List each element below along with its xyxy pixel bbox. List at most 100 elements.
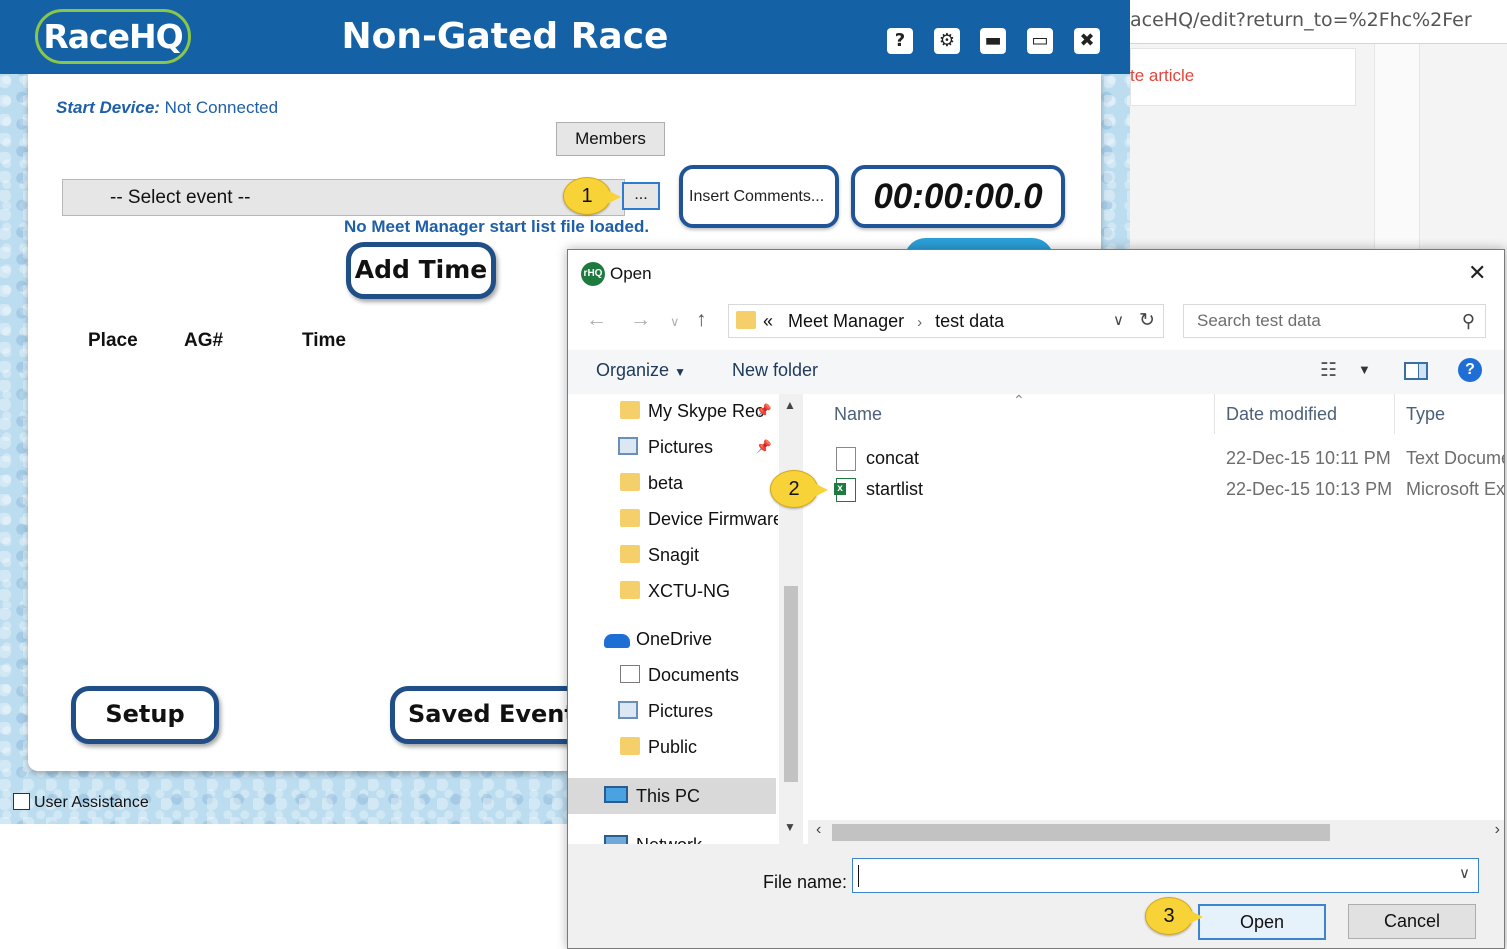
browser-url-bar[interactable]: aceHQ/edit?return_to=%2Fhc%2Fer [1130,0,1507,44]
text-file-icon [836,447,856,471]
column-place: Place [88,330,138,351]
nav-item-documents[interactable]: Documents [568,658,778,692]
nav-item-label: My Skype Rec [648,401,765,421]
nav-item-my-skype-rec[interactable]: My Skype Rec 📌 [568,394,778,428]
chevron-down-icon[interactable]: ∨ [1459,864,1470,882]
column-divider[interactable] [1214,394,1215,434]
breadcrumb: « Meet Manager › test data [763,305,1004,339]
file-name: startlist [866,479,924,499]
nav-item-snagit[interactable]: Snagit [568,538,778,572]
file-row-startlist[interactable]: startlist 22-Dec-15 10:13 PM Microsoft E… [828,474,1505,504]
nav-item-label: Device Firmware [648,509,778,529]
address-bar[interactable]: « Meet Manager › test data ∨ ↻ [728,304,1164,338]
maximize-button[interactable]: ▭ [1027,28,1053,54]
nav-item-pictures-quick[interactable]: Pictures 📌 [568,430,778,464]
cancel-button[interactable]: Cancel [1348,904,1476,939]
dialog-close-icon[interactable]: ✕ [1468,260,1486,286]
file-type: Text Docume [1406,448,1505,468]
dialog-toolbar: Organize ▼ New folder ☷ ▼ ? [568,350,1504,394]
scrollbar-thumb[interactable] [832,824,1330,841]
dialog-title: Open [610,264,652,283]
user-assistance-toggle[interactable]: User Assistance [13,793,149,812]
start-device-value: Not Connected [164,98,279,117]
scroll-right-icon[interactable]: › [1495,821,1500,839]
forward-arrow-icon[interactable]: → [630,308,651,332]
event-select[interactable]: -- Select event -- [62,179,625,216]
recent-locations-chevron-icon[interactable]: ∨ [670,314,680,330]
caret-down-icon[interactable]: ▼ [1358,362,1371,377]
minimize-button[interactable]: ▬ [980,28,1006,54]
settings-gear-button[interactable]: ⚙ [934,28,960,54]
pin-icon[interactable]: 📌 [756,430,772,464]
scroll-up-icon[interactable]: ▲ [784,398,796,412]
scrollbar-thumb[interactable] [784,586,798,782]
search-icon[interactable]: ⚲ [1462,305,1475,337]
column-divider[interactable] [1394,394,1395,434]
nav-item-label: beta [648,473,684,493]
user-assistance-checkbox[interactable] [13,793,30,810]
nav-item-this-pc[interactable]: This PC [568,779,778,813]
column-type-header[interactable]: Type [1406,404,1445,425]
navigation-scrollbar[interactable]: ▲ ▼ [779,394,803,844]
network-icon [604,835,628,844]
chevron-right-icon: › [917,314,923,331]
file-type: Microsoft Ex [1406,479,1505,499]
breadcrumb-overflow[interactable]: « [763,311,773,331]
race-timer: 00:00:00.0 [851,165,1065,228]
horizontal-scrollbar[interactable]: ‹ › [808,820,1504,844]
scroll-down-icon[interactable]: ▼ [784,820,796,834]
scroll-left-icon[interactable]: ‹ [816,821,821,839]
nav-item-label: Documents [648,665,740,685]
help-icon[interactable]: ? [1458,358,1482,382]
column-ag-number: AG# [184,330,224,351]
nav-item-device-firmware[interactable]: Device Firmware [568,502,778,536]
pictures-icon [618,437,638,455]
nav-item-network[interactable]: Network [568,828,778,844]
nav-item-label: XCTU-NG [648,581,730,601]
pictures-icon [618,701,638,719]
nav-item-xctu-ng[interactable]: XCTU-NG [568,574,778,608]
browser-article-link[interactable]: te article [1130,66,1194,86]
add-time-button[interactable]: Add Time [346,242,496,299]
setup-button[interactable]: Setup [71,686,219,744]
browse-start-list-button[interactable]: ... [622,182,660,210]
file-name-input[interactable]: ∨ [852,858,1479,893]
documents-icon [620,665,640,683]
open-file-dialog: rHQ Open ✕ ← → ∨ ↑ « Meet Manager › test… [567,249,1505,949]
breadcrumb-test-data[interactable]: test data [935,311,1004,331]
back-arrow-icon[interactable]: ← [586,308,607,332]
close-button[interactable]: ✖ [1074,28,1100,54]
organize-menu[interactable]: Organize ▼ [596,360,686,381]
nav-item-onedrive[interactable]: OneDrive [568,622,778,656]
caret-down-icon: ▼ [674,365,686,379]
column-time: Time [302,330,347,351]
start-list-status: No Meet Manager start list file loaded. [344,217,650,236]
nav-item-beta[interactable]: beta [568,466,778,500]
preview-pane-icon[interactable] [1404,362,1428,380]
column-date-header[interactable]: Date modified [1226,404,1337,425]
breadcrumb-meet-manager[interactable]: Meet Manager [778,311,904,331]
search-input[interactable]: Search test data ⚲ [1183,304,1486,338]
pin-icon[interactable]: 📌 [756,394,772,428]
insert-comments-button[interactable]: Insert Comments... [679,165,839,228]
column-name-header[interactable]: Name [834,404,882,425]
step-callout-3: 3 [1145,897,1203,935]
saved-events-button[interactable]: Saved Events [390,686,590,744]
refresh-icon[interactable]: ↻ [1139,305,1155,337]
folder-icon [620,401,640,419]
new-folder-button[interactable]: New folder [732,360,818,381]
help-button[interactable]: ? [887,28,913,54]
up-arrow-icon[interactable]: ↑ [696,308,707,332]
nav-item-pictures[interactable]: Pictures [568,694,778,728]
nav-item-public[interactable]: Public [568,730,778,764]
this-pc-icon [604,786,628,803]
excel-file-icon [834,478,856,502]
folder-icon [620,545,640,563]
view-options-icon[interactable]: ☷ [1320,359,1337,382]
file-row-concat[interactable]: concat 22-Dec-15 10:11 PM Text Docume [828,443,1505,473]
members-button[interactable]: Members [556,122,665,156]
start-device-status: Start Device: Not Connected [56,98,278,118]
step-callout-1: 1 [563,177,621,215]
open-button[interactable]: Open [1198,904,1326,940]
chevron-down-icon[interactable]: ∨ [1113,305,1124,337]
